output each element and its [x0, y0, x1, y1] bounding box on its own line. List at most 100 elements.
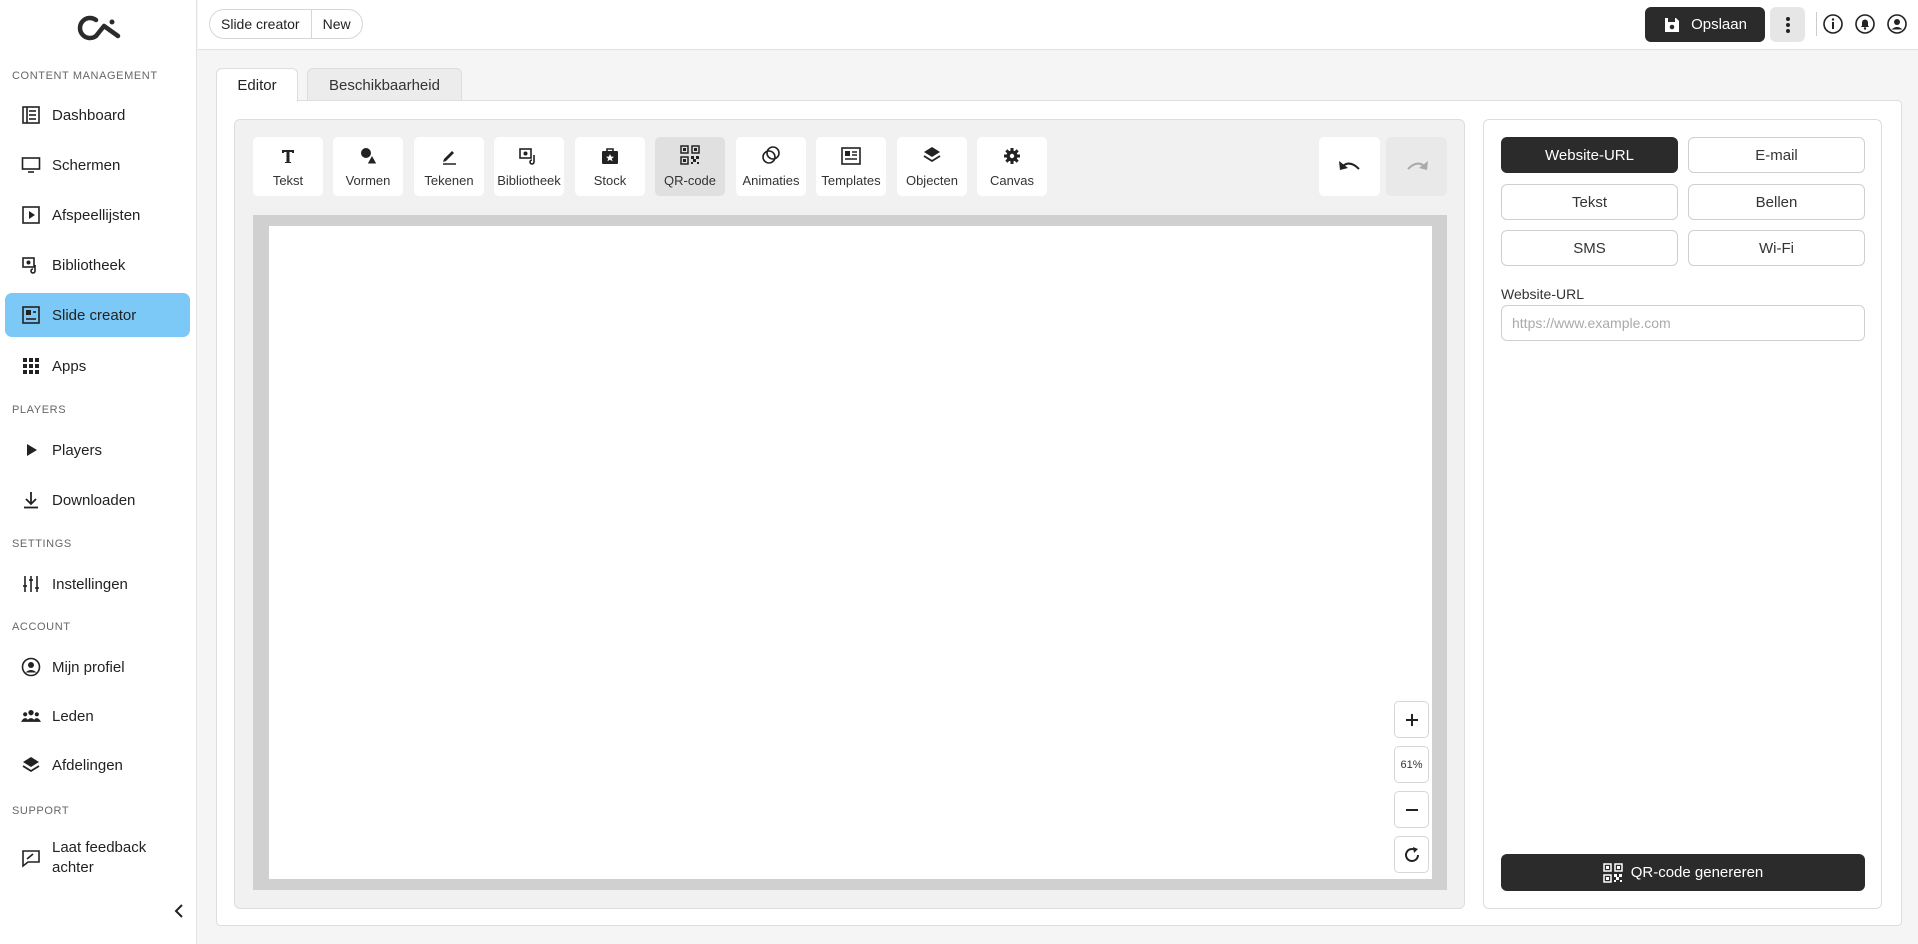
sidebar-item-label: Bibliotheek	[52, 256, 126, 274]
play-icon	[20, 439, 42, 461]
tool-objecten[interactable]: Objecten	[897, 137, 967, 196]
tab-beschikbaarheid[interactable]: Beschikbaarheid	[307, 68, 462, 101]
redo-icon	[1406, 160, 1428, 170]
layers-icon	[20, 754, 42, 776]
tool-templates[interactable]: Templates	[816, 137, 886, 196]
tool-label: Animaties	[742, 173, 800, 188]
sidebar-item-apps[interactable]: Apps	[5, 344, 190, 388]
app-logo[interactable]	[74, 14, 124, 44]
undo-button[interactable]	[1319, 137, 1380, 196]
save-button-label: Opslaan	[1691, 16, 1747, 33]
stock-icon	[602, 148, 618, 164]
tool-label: Objecten	[905, 173, 959, 188]
members-icon	[20, 705, 42, 727]
sidebar-item-players[interactable]: Players	[5, 428, 190, 472]
download-icon	[20, 489, 42, 511]
slide-canvas[interactable]	[269, 226, 1432, 879]
sidebar-item-label: Mijn profiel	[52, 658, 125, 676]
sidebar-item-bibliotheek[interactable]: Bibliotheek	[5, 243, 190, 287]
gear-icon	[1004, 148, 1020, 164]
qr-type-call[interactable]: Bellen	[1688, 184, 1865, 220]
redo-button[interactable]	[1386, 137, 1447, 196]
dashboard-icon	[20, 104, 42, 126]
tool-label: Bibliotheek	[497, 173, 561, 188]
objects-icon	[923, 147, 941, 163]
tool-tekst[interactable]: Tekst	[253, 137, 323, 196]
qr-type-wifi[interactable]: Wi-Fi	[1688, 230, 1865, 266]
minus-icon	[1405, 808, 1418, 811]
save-button[interactable]: Opslaan	[1645, 7, 1765, 42]
website-url-input[interactable]	[1501, 305, 1865, 341]
slide-creator-icon	[20, 304, 42, 326]
tool-bibliotheek[interactable]: Bibliotheek	[494, 137, 564, 196]
sidebar-item-leden[interactable]: Leden	[5, 694, 190, 738]
sidebar-item-label: Laat feedback achter	[52, 839, 147, 876]
collapse-sidebar-icon[interactable]	[170, 902, 188, 920]
tool-label: Tekenen	[424, 173, 474, 188]
qr-type-sms[interactable]: SMS	[1501, 230, 1678, 266]
feedback-icon	[20, 847, 42, 869]
tool-canvas[interactable]: Canvas	[977, 137, 1047, 196]
qr-type-email[interactable]: E-mail	[1688, 137, 1865, 173]
qr-type-text[interactable]: Tekst	[1501, 184, 1678, 220]
breadcrumb-item-new: New	[322, 16, 351, 32]
website-url-label: Website-URL	[1501, 286, 1584, 302]
sidebar-item-label: Leden	[52, 707, 94, 725]
tool-qr-code[interactable]: QR-code	[655, 137, 725, 196]
draw-icon	[443, 151, 456, 165]
animations-icon	[762, 146, 780, 164]
refresh-icon	[1404, 846, 1419, 862]
sidebar-item-dashboard[interactable]: Dashboard	[5, 93, 190, 137]
sidebar-item-label: Schermen	[52, 156, 121, 174]
zoom-in-button[interactable]	[1394, 701, 1429, 738]
tool-label: Vormen	[345, 173, 391, 188]
templates-icon	[841, 147, 861, 165]
profile-icon	[20, 656, 42, 678]
section-label-support: SUPPORT	[12, 805, 70, 817]
sidebar-item-label: Players	[52, 441, 103, 459]
tool-label: Templates	[821, 173, 881, 188]
info-icon[interactable]	[1822, 13, 1844, 35]
monitor-icon	[20, 154, 42, 176]
tab-editor[interactable]: Editor	[216, 68, 298, 102]
generate-button-label: QR-code genereren	[1630, 864, 1764, 881]
zoom-out-button[interactable]	[1394, 791, 1429, 828]
sidebar-item-label: Instellingen	[52, 575, 128, 593]
sidebar-item-feedback[interactable]: Laat feedback achter	[5, 835, 190, 881]
undo-icon	[1338, 160, 1360, 170]
section-label-content: CONTENT MANAGEMENT	[12, 70, 158, 82]
sidebar-item-downloaden[interactable]: Downloaden	[5, 478, 190, 522]
tool-vormen[interactable]: Vormen	[333, 137, 403, 196]
more-options-button[interactable]	[1770, 7, 1805, 42]
tool-label: Tekst	[272, 173, 304, 188]
sidebar-item-instellingen[interactable]: Instellingen	[5, 562, 190, 606]
qr-type-website-url[interactable]: Website-URL	[1501, 137, 1678, 173]
sliders-icon	[20, 573, 42, 595]
account-icon[interactable]	[1886, 13, 1908, 35]
sidebar-item-label: Afdelingen	[52, 756, 123, 774]
breadcrumb-item-slide-creator[interactable]: Slide creator	[210, 10, 311, 38]
library-icon	[519, 148, 535, 165]
sidebar-item-afspeellijsten[interactable]: Afspeellijsten	[5, 193, 190, 237]
sidebar-item-afdelingen[interactable]: Afdelingen	[5, 743, 190, 787]
sidebar-item-label: Afspeellijsten	[52, 206, 141, 224]
sidebar-item-schermen[interactable]: Schermen	[5, 143, 190, 187]
sidebar-item-mijn-profiel[interactable]: Mijn profiel	[5, 645, 190, 689]
zoom-level: 61%	[1394, 746, 1429, 783]
tool-label: Stock	[593, 173, 627, 188]
library-icon	[20, 254, 42, 276]
toolbar-divider	[1816, 12, 1817, 36]
top-bar: Slide creator New Opslaan	[198, 0, 1918, 50]
shapes-icon	[361, 148, 378, 165]
reset-zoom-button[interactable]	[1394, 836, 1429, 873]
generate-qr-code-button[interactable]: QR-code genereren	[1501, 854, 1865, 891]
tool-animaties[interactable]: Animaties	[736, 137, 806, 196]
kebab-menu-icon	[1785, 16, 1790, 33]
notifications-bell-icon[interactable]	[1854, 13, 1876, 35]
sidebar-item-label: Dashboard	[52, 106, 126, 124]
section-label-players: PLAYERS	[12, 404, 67, 416]
tool-tekenen[interactable]: Tekenen	[414, 137, 484, 196]
plus-icon	[1405, 713, 1418, 726]
tool-stock[interactable]: Stock	[575, 137, 645, 196]
sidebar-item-slide-creator[interactable]: Slide creator	[5, 293, 190, 337]
